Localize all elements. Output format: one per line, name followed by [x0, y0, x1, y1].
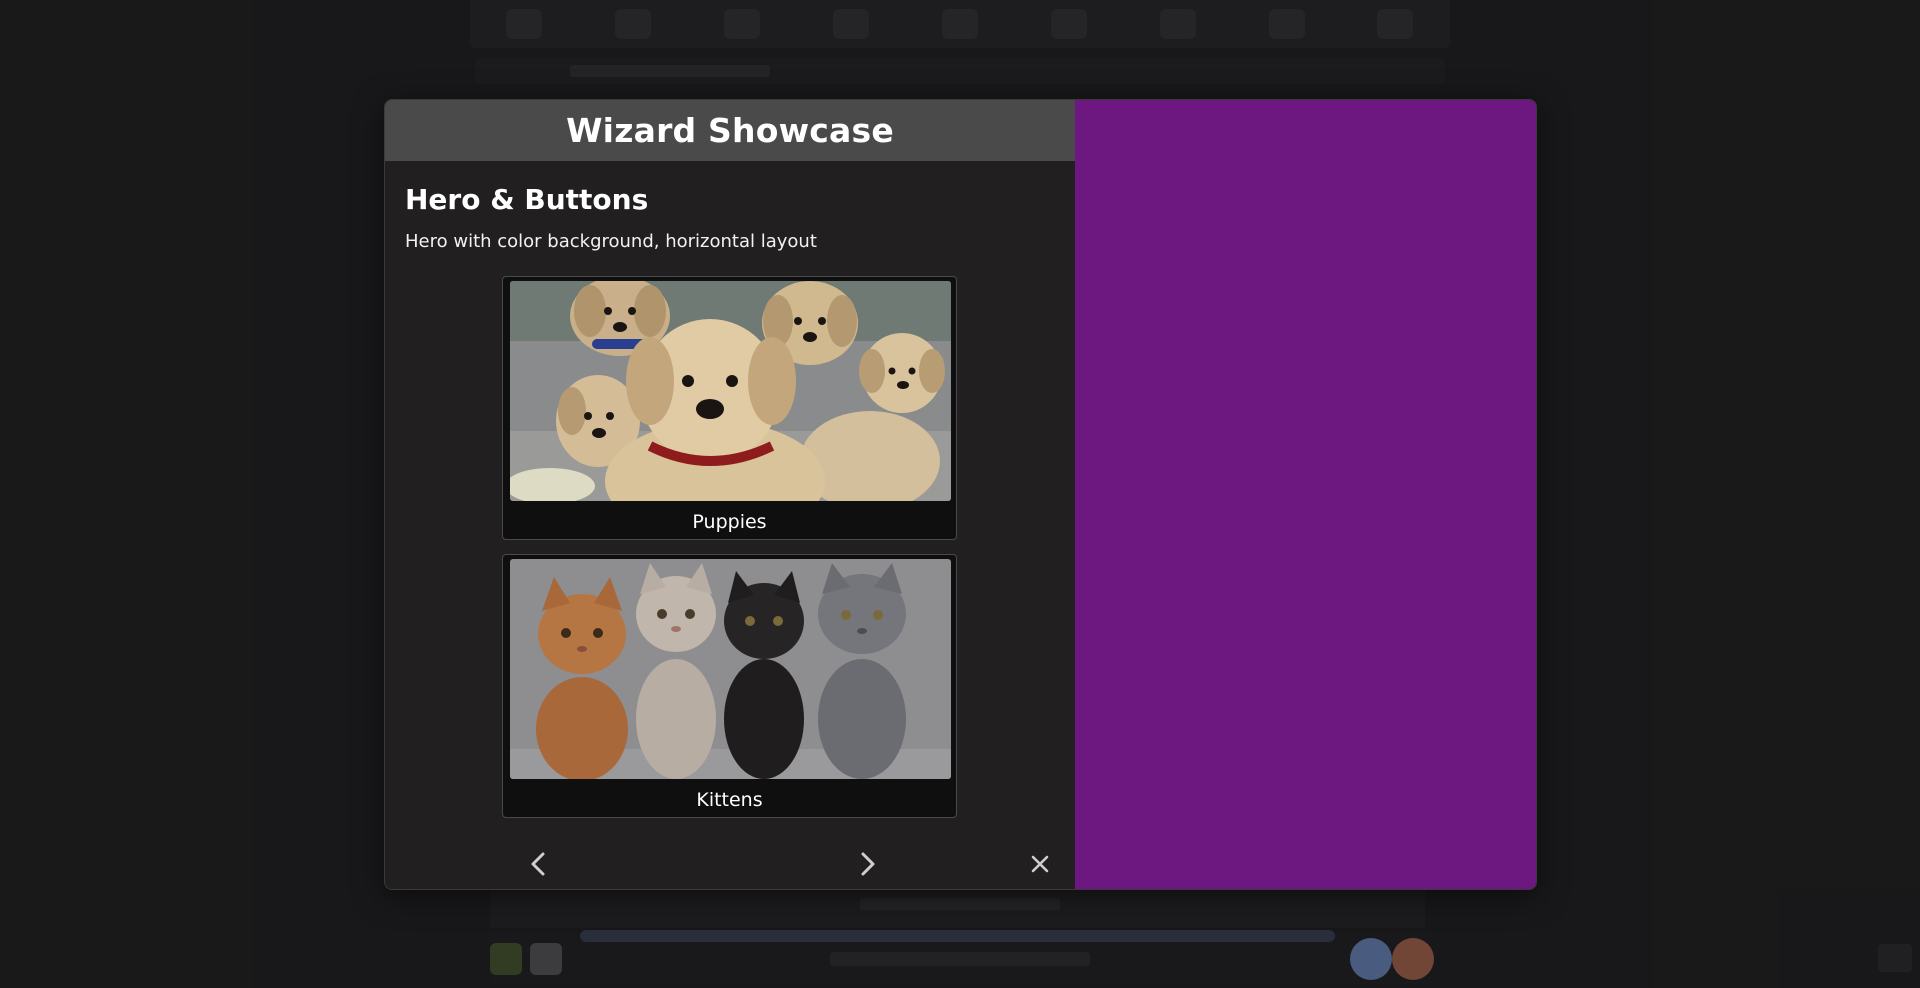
next-button[interactable]	[851, 847, 885, 881]
puppies-label: Puppies	[692, 511, 767, 533]
kittens-button[interactable]: Kittens	[502, 554, 957, 818]
chevron-left-icon	[531, 852, 545, 876]
kittens-image	[510, 559, 951, 779]
puppies-image	[510, 281, 951, 501]
hero-color-panel	[1075, 100, 1536, 889]
kittens-label: Kittens	[696, 789, 763, 811]
close-button[interactable]	[1023, 847, 1057, 881]
wizard-content-panel: Wizard Showcase Hero & Buttons Hero with…	[385, 100, 1075, 889]
previous-button[interactable]	[521, 847, 555, 881]
puppies-button[interactable]: Puppies	[502, 276, 957, 540]
modal-title: Wizard Showcase	[566, 111, 894, 150]
section-subtitle: Hero with color background, horizontal l…	[405, 231, 817, 252]
puppies-illustration	[510, 281, 951, 501]
chevron-right-icon	[861, 852, 875, 876]
wizard-modal: Wizard Showcase Hero & Buttons Hero with…	[384, 99, 1537, 890]
wizard-footer-nav	[385, 839, 1075, 889]
section-heading: Hero & Buttons	[405, 183, 649, 216]
close-icon	[1031, 855, 1049, 873]
modal-header: Wizard Showcase	[385, 100, 1075, 161]
kittens-illustration	[510, 559, 951, 779]
